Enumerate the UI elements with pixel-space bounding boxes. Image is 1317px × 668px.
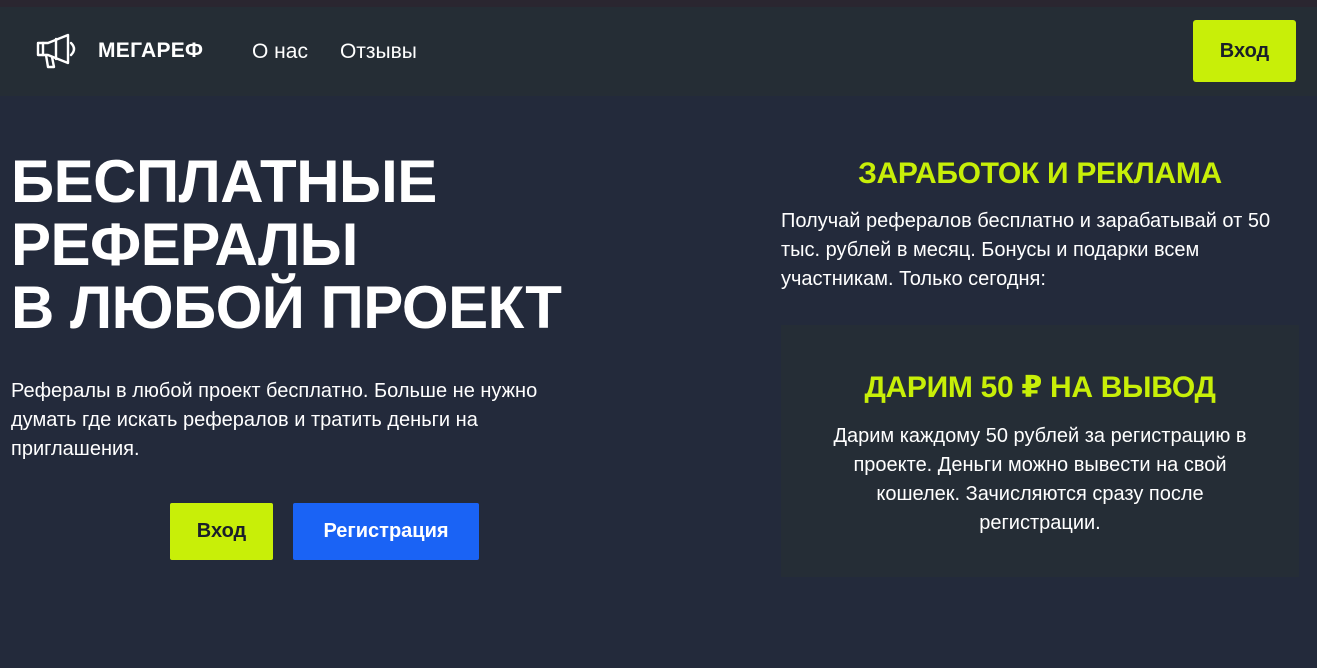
hero-title-line: РЕФЕРАЛЫ — [11, 211, 358, 278]
hero-title-line: В ЛЮБОЙ ПРОЕКТ — [11, 274, 562, 341]
side-text: Получай рефералов бесплатно и зарабатыва… — [781, 210, 1271, 290]
login-button[interactable]: Вход — [170, 503, 273, 560]
hero-subtitle: Рефералы в любой проект бесплатно. Больш… — [11, 380, 538, 460]
site-header: МЕГАРЕФ О нас Отзывы Вход — [0, 7, 1317, 96]
megaphone-icon — [36, 33, 76, 69]
nav-link-reviews[interactable]: Отзывы — [340, 40, 417, 64]
header-login-button[interactable]: Вход — [1193, 20, 1296, 82]
hero-title: БЕСПЛАТНЫЕ РЕФЕРАЛЫ В ЛЮБОЙ ПРОЕКТ — [11, 148, 562, 341]
window-top-strip — [0, 0, 1317, 7]
promo-card: ДАРИМ 50 ₽ НА ВЫВОД Дарим каждому 50 руб… — [781, 325, 1299, 577]
promo-text: Дарим каждому 50 рублей за регистрацию в… — [833, 425, 1247, 534]
side-title: ЗАРАБОТОК И РЕКЛАМА — [858, 157, 1222, 190]
logo-text: МЕГАРЕФ — [98, 39, 204, 62]
main-nav: О нас Отзывы — [252, 40, 417, 64]
register-button[interactable]: Регистрация — [293, 503, 479, 560]
hero-title-line: БЕСПЛАТНЫЕ — [11, 148, 437, 215]
promo-title: ДАРИМ 50 ₽ НА ВЫВОД — [864, 371, 1216, 404]
nav-link-about[interactable]: О нас — [252, 40, 308, 64]
logo-link[interactable]: МЕГАРЕФ — [34, 31, 203, 71]
